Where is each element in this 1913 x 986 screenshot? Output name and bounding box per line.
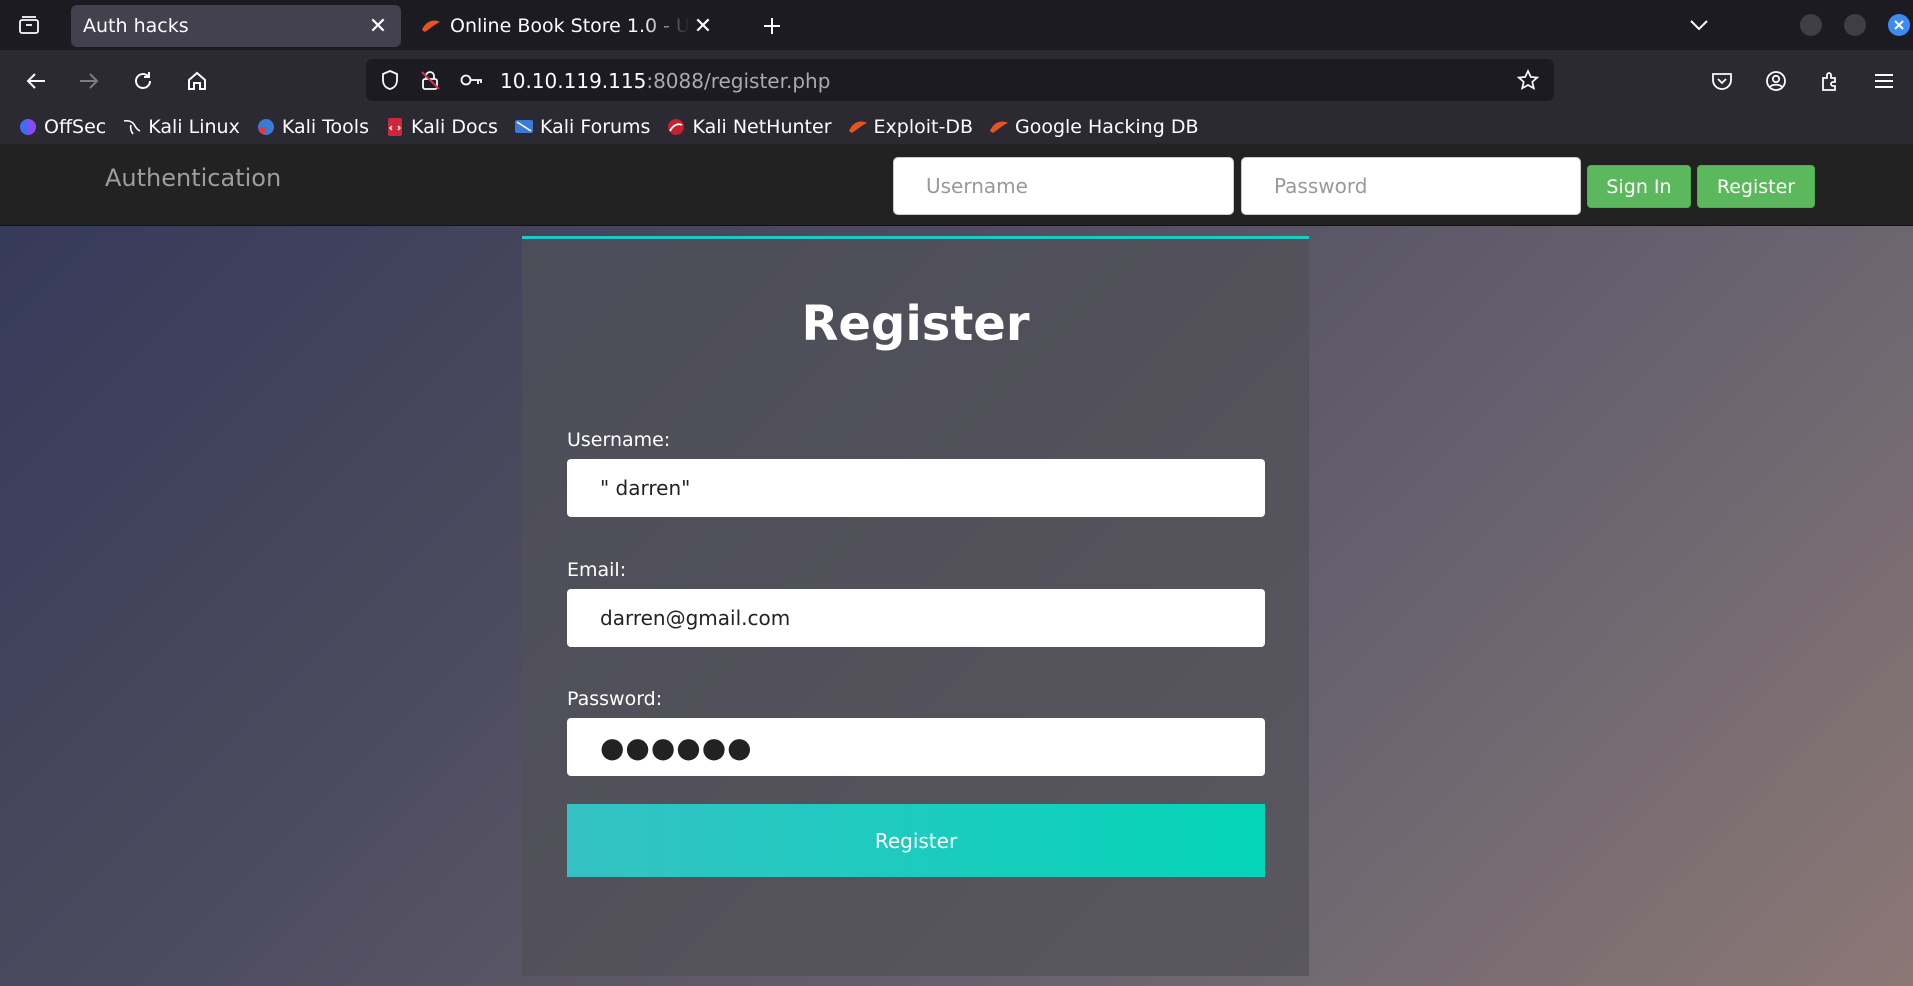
- nav-password-input[interactable]: [1241, 157, 1581, 215]
- bookmark-kali-linux[interactable]: Kali Linux: [122, 116, 240, 138]
- chevron-down-icon[interactable]: [1684, 12, 1714, 38]
- ghdb-icon: [989, 117, 1009, 137]
- tab-bar: Auth hacks ✕ Online Book Store 1.0 - Una…: [0, 0, 1913, 50]
- register-submit-button[interactable]: Register: [567, 804, 1265, 877]
- exploit-db-icon: [848, 117, 868, 137]
- back-arrow-icon[interactable]: [19, 64, 53, 98]
- tab-title: Online Book Store 1.0 - Unauthenticated: [450, 15, 690, 37]
- password-label: Password:: [567, 688, 663, 710]
- address-bar[interactable]: 10.10.119.115:8088/register.php: [366, 59, 1554, 101]
- new-tab-icon[interactable]: [757, 11, 787, 41]
- site-brand[interactable]: Authentication: [105, 164, 281, 192]
- offsec-icon: [18, 117, 38, 137]
- key-icon[interactable]: [460, 69, 484, 91]
- email-label: Email:: [567, 559, 627, 581]
- close-tab-icon[interactable]: ✕: [690, 13, 716, 39]
- navigation-toolbar: 10.10.119.115:8088/register.php: [0, 50, 1913, 110]
- bookmark-kali-nethunter[interactable]: Kali NetHunter: [666, 116, 832, 138]
- register-title: Register: [801, 296, 1030, 352]
- kali-dragon-icon: [122, 117, 142, 137]
- close-window-button[interactable]: [1888, 14, 1910, 36]
- nav-username-input[interactable]: [893, 157, 1234, 215]
- pocket-icon[interactable]: [1708, 67, 1736, 95]
- insecure-lock-icon[interactable]: [418, 69, 442, 91]
- reload-icon[interactable]: [126, 64, 160, 98]
- exploit-db-favicon-icon: [420, 15, 442, 37]
- tab-list-icon[interactable]: [14, 11, 44, 39]
- tab-online-book-store[interactable]: Online Book Store 1.0 - Unauthenticated …: [408, 5, 726, 47]
- username-input[interactable]: [567, 459, 1265, 517]
- nethunter-icon: [666, 117, 686, 137]
- password-input[interactable]: [567, 718, 1265, 776]
- bookmark-exploit-db[interactable]: Exploit-DB: [848, 116, 973, 138]
- kali-docs-icon: [385, 117, 405, 137]
- minimize-window-button[interactable]: [1800, 14, 1822, 36]
- tab-title: Auth hacks: [83, 15, 189, 37]
- email-input[interactable]: [567, 589, 1265, 647]
- url-text: 10.10.119.115:8088/register.php: [500, 69, 831, 93]
- sign-in-button[interactable]: Sign In: [1587, 165, 1691, 208]
- site-navbar: Authentication Sign In Register: [0, 144, 1913, 226]
- close-tab-icon[interactable]: ✕: [365, 13, 391, 39]
- forward-arrow-icon[interactable]: [72, 64, 106, 98]
- home-icon[interactable]: [180, 64, 214, 98]
- bookmark-star-icon[interactable]: [1516, 69, 1540, 91]
- nav-register-button[interactable]: Register: [1697, 165, 1815, 208]
- bookmarks-toolbar: OffSec Kali Linux Kali Tools Kali Docs K…: [0, 110, 1913, 144]
- maximize-window-button[interactable]: [1844, 14, 1866, 36]
- bookmark-offsec[interactable]: OffSec: [18, 116, 106, 138]
- kali-tools-icon: [256, 117, 276, 137]
- shield-icon[interactable]: [378, 69, 402, 91]
- extensions-icon[interactable]: [1816, 67, 1844, 95]
- bookmark-google-hacking-db[interactable]: Google Hacking DB: [989, 116, 1199, 138]
- bookmark-kali-forums[interactable]: Kali Forums: [514, 116, 650, 138]
- bookmark-kali-tools[interactable]: Kali Tools: [256, 116, 369, 138]
- account-icon[interactable]: [1762, 67, 1790, 95]
- tab-auth-hacks[interactable]: Auth hacks ✕: [71, 5, 401, 47]
- hamburger-menu-icon[interactable]: [1870, 67, 1898, 95]
- bookmark-kali-docs[interactable]: Kali Docs: [385, 116, 498, 138]
- page-viewport: Authentication Sign In Register Register…: [0, 144, 1913, 986]
- register-card: Register Username: Email: Password: Regi…: [522, 236, 1309, 976]
- username-label: Username:: [567, 429, 671, 451]
- kali-forums-icon: [514, 117, 534, 137]
